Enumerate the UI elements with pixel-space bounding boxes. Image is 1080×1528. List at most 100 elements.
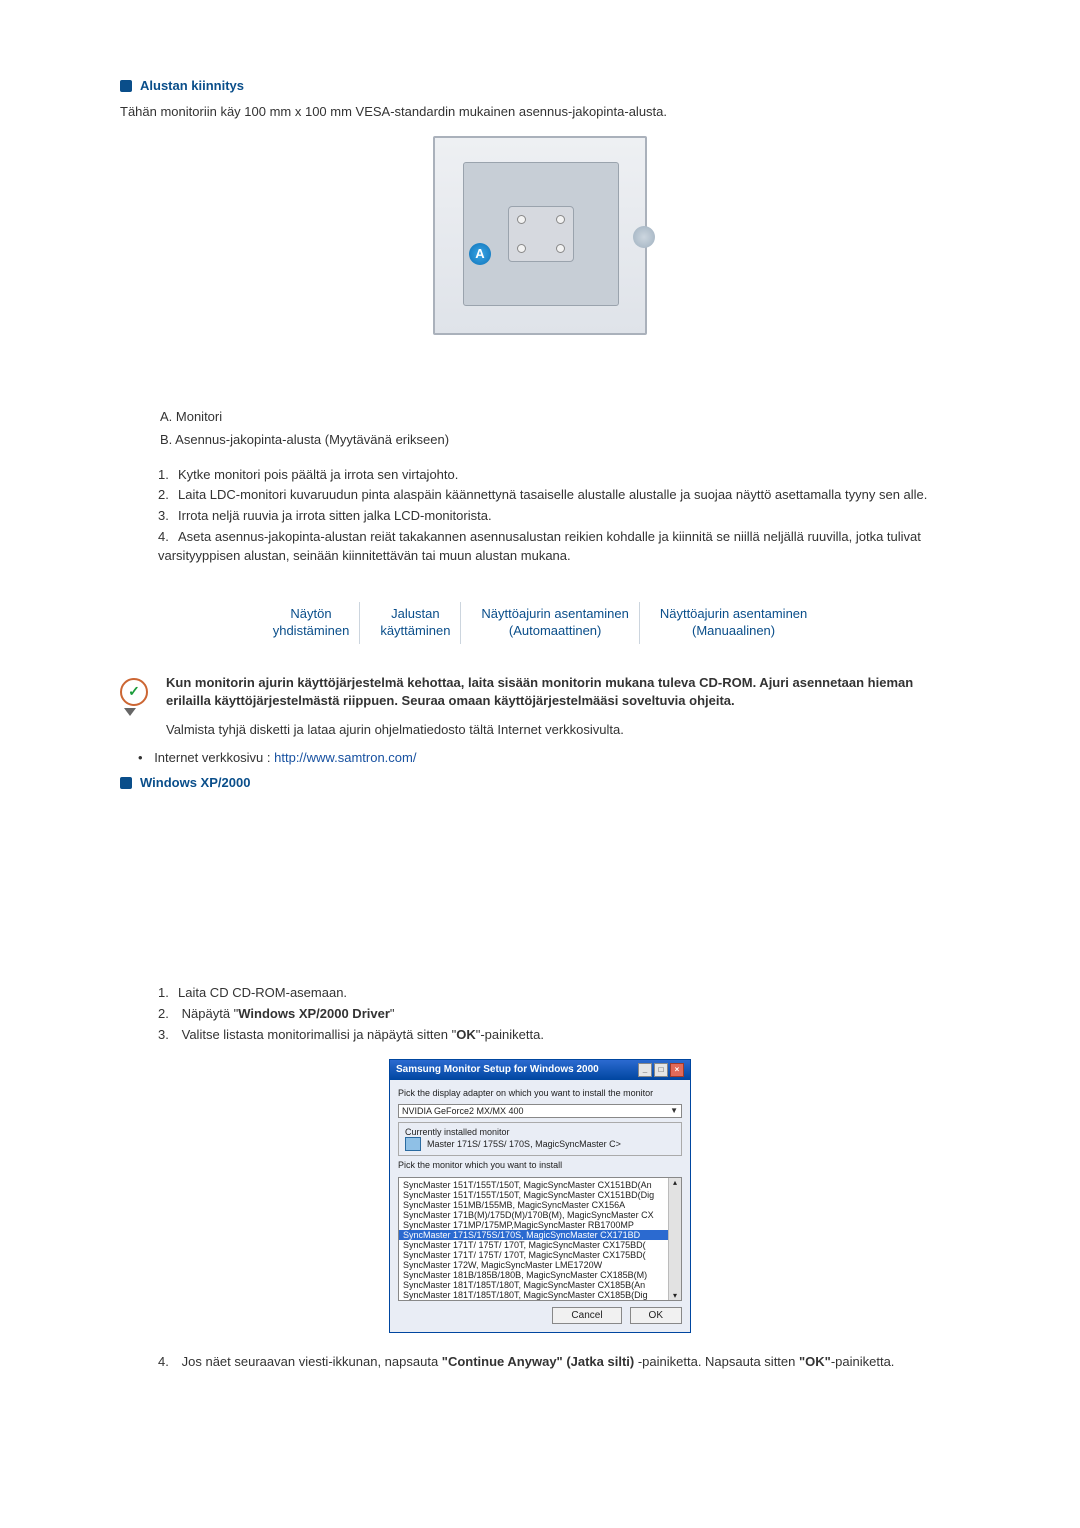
install-steps-list-cont: 4. Jos näet seuraavan viesti-ikkunan, na…	[120, 1353, 960, 1372]
setup-dialog: Samsung Monitor Setup for Windows 2000 _…	[389, 1059, 691, 1333]
step-text: Laita LDC-monitori kuvaruudun pinta alas…	[178, 487, 927, 502]
list-item[interactable]: SyncMaster 181T/185T/180T, MagicSyncMast…	[399, 1280, 681, 1290]
screw-hole	[556, 244, 565, 253]
tab-stand[interactable]: Jalustan käyttäminen	[370, 602, 461, 644]
ok-button[interactable]: OK	[630, 1307, 682, 1324]
section-intro: Tähän monitoriin käy 100 mm x 100 mm VES…	[120, 103, 960, 122]
section-title: Windows XP/2000	[140, 775, 250, 790]
bullet-icon	[120, 777, 132, 789]
section-title: Alustan kiinnitys	[140, 78, 244, 93]
step-text: -painiketta.	[831, 1354, 895, 1369]
current-monitor-frame: Currently installed monitor Master 171S/…	[398, 1122, 682, 1156]
bullet-icon	[120, 80, 132, 92]
link-item: Internet verkkosivu : http://www.samtron…	[138, 750, 960, 765]
dialog-label: Pick the monitor which you want to insta…	[398, 1160, 682, 1172]
tab-label: Näytön	[290, 606, 331, 621]
list-item[interactable]: SyncMaster 172W, MagicSyncMaster LME1720…	[399, 1260, 681, 1270]
website-link[interactable]: http://www.samtron.com/	[274, 750, 416, 765]
section-header-mount: Alustan kiinnitys	[120, 78, 960, 93]
list-item: 4.Aseta asennus-jakopinta-alustan reiät …	[158, 528, 960, 566]
tab-label: (Automaattinen)	[509, 623, 602, 638]
list-item[interactable]: SyncMaster 151T/155T/150T, MagicSyncMast…	[399, 1190, 681, 1200]
list-item[interactable]: SyncMaster 181T/185T/180T, MagicSyncMast…	[399, 1290, 681, 1300]
vesa-mount-plate	[508, 206, 574, 262]
step-text: "	[390, 1006, 395, 1021]
info-strong: Kun monitorin ajurin käyttöjärjestelmä k…	[166, 675, 913, 709]
frame-title: Currently installed monitor	[405, 1127, 675, 1137]
step-text: -painiketta. Napsauta sitten	[634, 1354, 799, 1369]
step-bold: OK	[456, 1027, 476, 1042]
tab-label: Näyttöajurin asentaminen	[481, 606, 628, 621]
tab-label: (Manuaalinen)	[692, 623, 775, 638]
step-text: Aseta asennus-jakopinta-alustan reiät ta…	[158, 529, 921, 563]
scroll-down-icon[interactable]: ▾	[673, 1291, 677, 1300]
dialog-body: Pick the display adapter on which you wa…	[390, 1080, 690, 1332]
tab-driver-manual[interactable]: Näyttöajurin asentaminen (Manuaalinen)	[650, 602, 817, 644]
list-item: 1.Laita CD CD-ROM-asemaan.	[158, 984, 960, 1003]
maximize-icon[interactable]: □	[654, 1063, 668, 1077]
step-text: Näpäytä "	[182, 1006, 239, 1021]
list-item: 2. Näpäytä "Windows XP/2000 Driver"	[158, 1005, 960, 1024]
info-callout: ✓ Kun monitorin ajurin käyttöjärjestelmä…	[120, 674, 960, 741]
info-text: Kun monitorin ajurin käyttöjärjestelmä k…	[166, 674, 960, 741]
list-item[interactable]: SyncMaster 181B/185B/180B, MagicSyncMast…	[399, 1270, 681, 1280]
scrollbar[interactable]: ▴▾	[668, 1178, 681, 1300]
step-bold: Windows XP/2000 Driver	[238, 1006, 390, 1021]
current-monitor-text: Master 171S/ 175S/ 170S, MagicSyncMaster…	[427, 1139, 621, 1149]
section-header-windows: Windows XP/2000	[120, 775, 960, 790]
minimize-icon[interactable]: _	[638, 1063, 652, 1077]
tab-label: Jalustan	[391, 606, 439, 621]
section-nav-tabs: Näytön yhdistäminen Jalustan käyttäminen…	[120, 602, 960, 644]
tab-label: käyttäminen	[380, 623, 450, 638]
step-text: Irrota neljä ruuvia ja irrota sitten jal…	[178, 508, 492, 523]
tab-label: Näyttöajurin asentaminen	[660, 606, 807, 621]
screw-hole	[517, 215, 526, 224]
list-item[interactable]: SyncMaster 171T/ 175T/ 170T, MagicSyncMa…	[399, 1240, 681, 1250]
cd-icon: ✓	[120, 674, 150, 741]
callout-a-def: A. Monitori	[160, 405, 960, 428]
list-item: 2.Laita LDC-monitori kuvaruudun pinta al…	[158, 486, 960, 505]
tab-driver-auto[interactable]: Näyttöajurin asentaminen (Automaattinen)	[471, 602, 639, 644]
step-text: Kytke monitori pois päältä ja irrota sen…	[178, 467, 458, 482]
list-item[interactable]: SyncMaster 171MP/175MP,MagicSyncMaster R…	[399, 1220, 681, 1230]
step-text: "-painiketta.	[476, 1027, 544, 1042]
callout-b	[633, 226, 655, 248]
monitor-figure: A	[120, 136, 960, 335]
callout-a: A	[469, 243, 491, 265]
step-bold: "Continue Anyway" (Jatka silti)	[442, 1354, 634, 1369]
screw-hole	[517, 244, 526, 253]
info-plain: Valmista tyhjä disketti ja lataa ajurin …	[166, 722, 624, 737]
adapter-select[interactable]: NVIDIA GeForce2 MX/MX 400	[398, 1104, 682, 1118]
list-item: 3.Irrota neljä ruuvia ja irrota sitten j…	[158, 507, 960, 526]
list-item[interactable]: SyncMaster 450b(T) / 450Nb	[399, 1300, 681, 1301]
link-label: Internet verkkosivu :	[154, 750, 270, 765]
dialog-figure: Samsung Monitor Setup for Windows 2000 _…	[120, 1059, 960, 1333]
dialog-title-bar: Samsung Monitor Setup for Windows 2000 _…	[390, 1060, 690, 1080]
step-text: Valitse listasta monitorimallisi ja näpä…	[182, 1027, 457, 1042]
install-steps-list: 1.Laita CD CD-ROM-asemaan. 2. Näpäytä "W…	[120, 984, 960, 1045]
scroll-up-icon[interactable]: ▴	[673, 1178, 677, 1187]
cancel-button[interactable]: Cancel	[552, 1307, 621, 1324]
dialog-label: Pick the display adapter on which you wa…	[398, 1088, 682, 1100]
monitor-list[interactable]: ▴▾ SyncMaster 151T/155T/150T, MagicSyncM…	[398, 1177, 682, 1301]
list-item[interactable]: SyncMaster 151MB/155MB, MagicSyncMaster …	[399, 1200, 681, 1210]
mount-steps-list: 1.Kytke monitori pois päältä ja irrota s…	[120, 466, 960, 566]
list-item[interactable]: SyncMaster 171S/175S/170S, MagicSyncMast…	[399, 1230, 681, 1240]
list-item: 3. Valitse listasta monitorimallisi ja n…	[158, 1026, 960, 1045]
list-item: 1.Kytke monitori pois päältä ja irrota s…	[158, 466, 960, 485]
tab-label: yhdistäminen	[273, 623, 350, 638]
step-text: Laita CD CD-ROM-asemaan.	[178, 985, 347, 1000]
list-item[interactable]: SyncMaster 171T/ 175T/ 170T, MagicSyncMa…	[399, 1250, 681, 1260]
monitor-illustration: A	[433, 136, 647, 335]
callout-b-def: B. Asennus-jakopinta-alusta (Myytävänä e…	[160, 428, 960, 451]
dialog-title: Samsung Monitor Setup for Windows 2000	[396, 1064, 599, 1075]
list-item[interactable]: SyncMaster 151T/155T/150T, MagicSyncMast…	[399, 1180, 681, 1190]
monitor-icon	[405, 1137, 421, 1151]
tab-connect[interactable]: Näytön yhdistäminen	[263, 602, 361, 644]
list-item[interactable]: SyncMaster 171B(M)/175D(M)/170B(M), Magi…	[399, 1210, 681, 1220]
callout-definitions: A. Monitori B. Asennus-jakopinta-alusta …	[160, 405, 960, 452]
screw-hole	[556, 215, 565, 224]
step-bold: "OK"	[799, 1354, 831, 1369]
close-icon[interactable]: ×	[670, 1063, 684, 1077]
step-text: Jos näet seuraavan viesti-ikkunan, napsa…	[182, 1354, 442, 1369]
